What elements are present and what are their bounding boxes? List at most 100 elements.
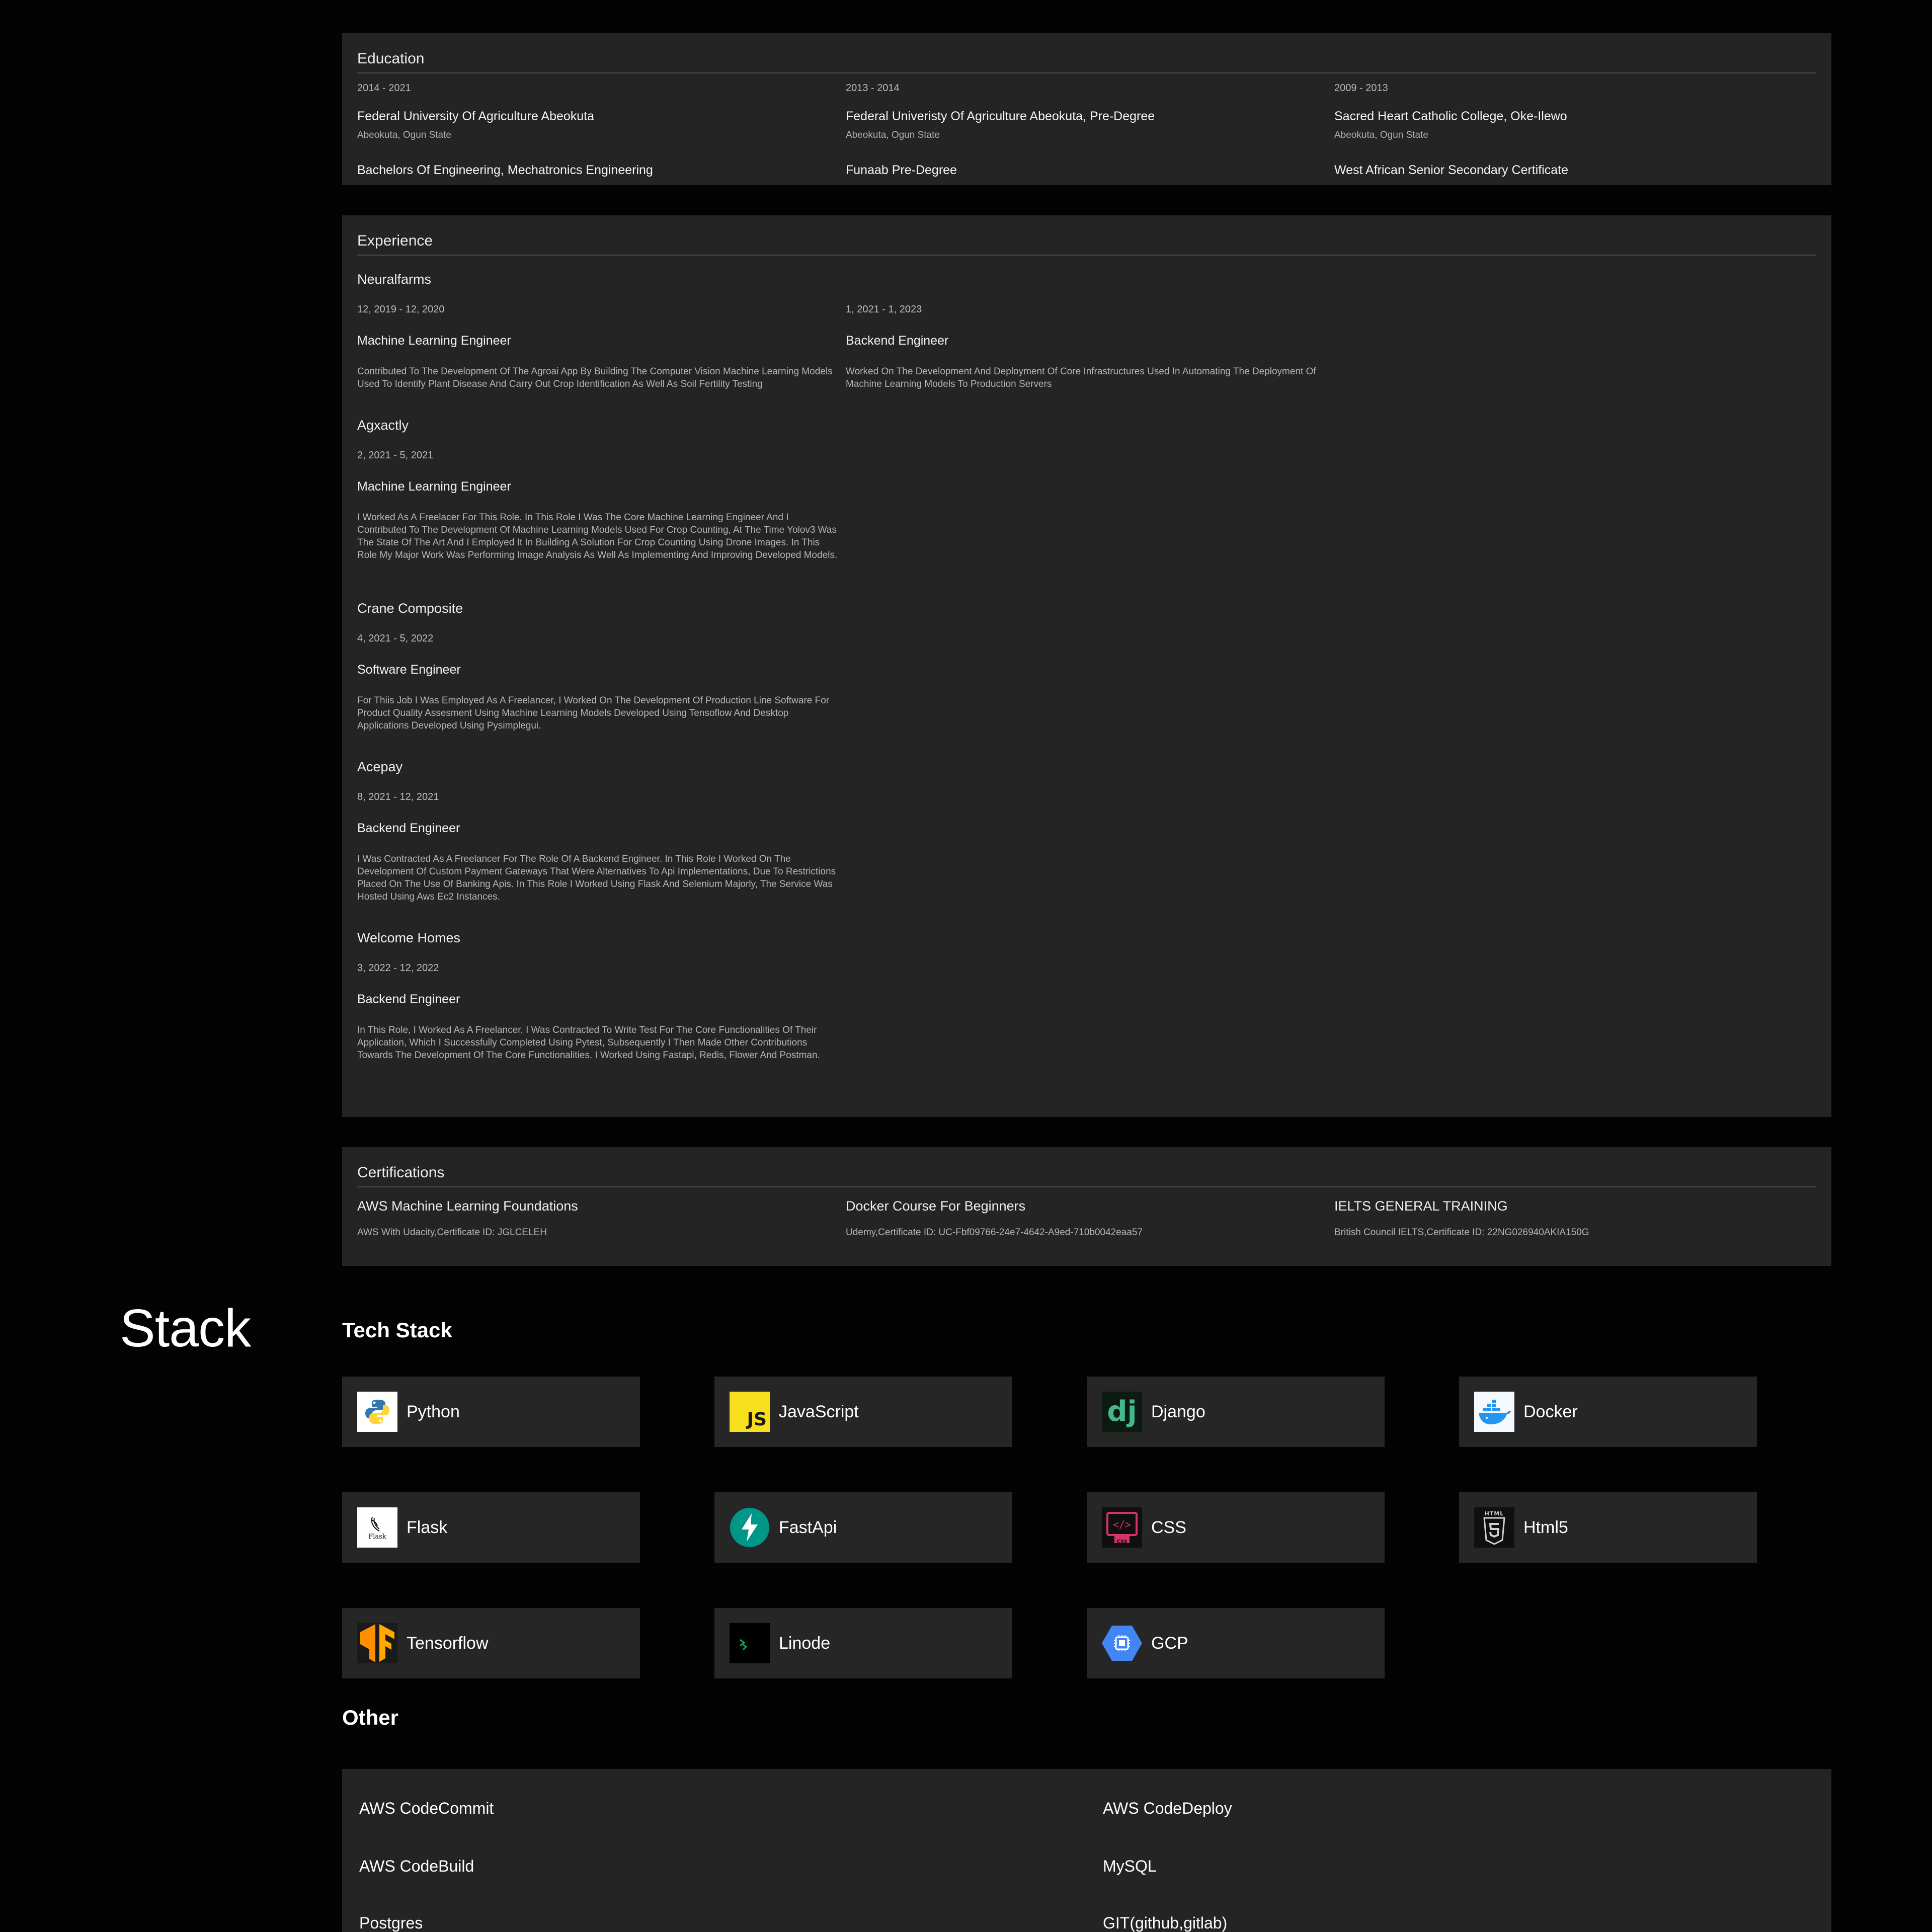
- experience-role: 12, 2019 - 12, 2020 Machine Learning Eng…: [357, 304, 840, 390]
- role-title: Backend Engineer: [357, 821, 460, 835]
- company-name: Neuralfarms: [357, 272, 432, 287]
- certification-name: IELTS GENERAL TRAINING: [1334, 1198, 1508, 1214]
- other-item: AWS CodeCommit: [359, 1799, 494, 1817]
- education-degree: Funaab Pre-Degree: [846, 163, 957, 177]
- tech-label: GCP: [1151, 1633, 1188, 1653]
- education-card: Education 2014 - 2021 Federal University…: [342, 33, 1831, 185]
- tech-label: Python: [407, 1402, 460, 1421]
- tech-stack-heading: Tech Stack: [342, 1318, 452, 1342]
- education-school: Federal University Of Agriculture Abeoku…: [357, 109, 595, 123]
- education-degree: West African Senior Secondary Certificat…: [1334, 163, 1569, 177]
- tech-tile-linode: Linode: [714, 1608, 1012, 1678]
- education-years: 2014 - 2021: [357, 83, 411, 94]
- stack-heading: Stack: [120, 1299, 251, 1358]
- education-school: Federal Univeristy Of Agriculture Abeoku…: [846, 109, 1155, 123]
- tech-tile-javascript: JS JavaScript: [714, 1377, 1012, 1447]
- tech-tile-gcp: GCP: [1087, 1608, 1385, 1678]
- education-item: 2013 - 2014 Federal Univeristy Of Agricu…: [846, 83, 1319, 178]
- role-description: I Was Contracted As A Freelancer For The…: [357, 854, 836, 902]
- education-years: 2013 - 2014: [846, 83, 900, 94]
- javascript-icon: JS: [730, 1392, 770, 1432]
- fastapi-icon: [730, 1507, 770, 1548]
- role-description: Worked On The Development And Deployment…: [846, 366, 1316, 389]
- tech-tile-html5: HTML Html5: [1459, 1492, 1757, 1563]
- role-title: Machine Learning Engineer: [357, 479, 511, 494]
- docker-icon: [1474, 1392, 1514, 1432]
- role-dates: 2, 2021 - 5, 2021: [357, 450, 434, 461]
- experience-role: 8, 2021 - 12, 2021 Backend Engineer I Wa…: [357, 791, 840, 903]
- svg-text:</>: </>: [1113, 1518, 1131, 1531]
- other-item: AWS CodeBuild: [359, 1857, 474, 1875]
- experience-role: 3, 2022 - 12, 2022 Backend Engineer In T…: [357, 962, 840, 1062]
- role-description: I Worked As A Freelacer For This Role. I…: [357, 512, 838, 560]
- certifications-title: Certifications: [357, 1147, 1816, 1187]
- education-degree: Bachelors Of Engineering, Mechatronics E…: [357, 163, 653, 177]
- education-location: Abeokuta, Ogun State: [357, 130, 451, 140]
- certification-issuer: British Council IELTS,Certificate ID: 22…: [1334, 1227, 1589, 1238]
- flask-icon: Flask: [357, 1507, 397, 1548]
- certification-issuer: AWS With Udacity,Certificate ID: JGLCELE…: [357, 1227, 547, 1238]
- tech-tile-docker: Docker: [1459, 1377, 1757, 1447]
- django-icon-glyph: dj: [1107, 1395, 1137, 1428]
- css-icon: </> CSS: [1102, 1507, 1142, 1548]
- role-title: Backend Engineer: [357, 992, 460, 1006]
- tech-tile-tensorflow: Tensorflow: [342, 1608, 640, 1678]
- certifications-card: Certifications AWS Machine Learning Foun…: [342, 1147, 1831, 1266]
- other-item: MySQL: [1103, 1857, 1157, 1875]
- experience-role: 2, 2021 - 5, 2021 Machine Learning Engin…: [357, 450, 840, 561]
- role-description: In This Role, I Worked As A Freelancer, …: [357, 1025, 820, 1061]
- role-description: For Thiis Job I Was Employed As A Freela…: [357, 695, 830, 731]
- django-icon: dj: [1102, 1392, 1142, 1432]
- tech-label: FastApi: [779, 1517, 837, 1537]
- certification-item: Docker Course For Beginners Udemy,Certif…: [846, 1198, 1319, 1238]
- css-icon-glyph: CSS: [1116, 1539, 1128, 1545]
- company-name: Agxactly: [357, 418, 409, 433]
- role-title: Backend Engineer: [846, 334, 949, 348]
- tech-label: Tensorflow: [407, 1633, 489, 1653]
- experience-role: 1, 2021 - 1, 2023 Backend Engineer Worke…: [846, 304, 1329, 390]
- company-name: Acepay: [357, 759, 403, 774]
- education-location: Abeokuta, Ogun State: [846, 130, 940, 140]
- other-item: AWS CodeDeploy: [1103, 1799, 1232, 1817]
- tech-label: Django: [1151, 1402, 1205, 1421]
- role-dates: 12, 2019 - 12, 2020: [357, 304, 445, 315]
- html5-icon-glyph: HTML: [1484, 1510, 1504, 1517]
- education-item: 2009 - 2013 Sacred Heart Catholic Colleg…: [1334, 83, 1807, 178]
- certification-item: AWS Machine Learning Foundations AWS Wit…: [357, 1198, 830, 1238]
- certification-item: IELTS GENERAL TRAINING British Council I…: [1334, 1198, 1807, 1238]
- role-title: Software Engineer: [357, 663, 461, 677]
- html5-icon: HTML: [1474, 1507, 1514, 1548]
- education-location: Abeokuta, Ogun State: [1334, 130, 1428, 140]
- role-dates: 3, 2022 - 12, 2022: [357, 962, 439, 974]
- other-item: GIT(github,gitlab): [1103, 1914, 1228, 1932]
- other-item: Postgres: [359, 1914, 423, 1932]
- certification-name: Docker Course For Beginners: [846, 1198, 1026, 1214]
- tensorflow-icon: [357, 1623, 397, 1663]
- gcp-icon: [1102, 1623, 1142, 1663]
- tech-tile-fastapi: FastApi: [714, 1492, 1012, 1563]
- education-school: Sacred Heart Catholic College, Oke-Ilewo: [1334, 109, 1567, 123]
- linode-icon: [730, 1623, 770, 1663]
- education-years: 2009 - 2013: [1334, 83, 1388, 94]
- tech-tile-django: dj Django: [1087, 1377, 1385, 1447]
- tech-label: Docker: [1523, 1402, 1578, 1421]
- tech-label: Linode: [779, 1633, 831, 1653]
- tech-label: CSS: [1151, 1517, 1186, 1537]
- role-dates: 8, 2021 - 12, 2021: [357, 791, 439, 802]
- tech-label: Html5: [1523, 1517, 1568, 1537]
- other-heading: Other: [342, 1706, 399, 1729]
- tech-label: JavaScript: [779, 1402, 859, 1421]
- tech-tile-python: Python: [342, 1377, 640, 1447]
- experience-title: Experience: [357, 215, 1816, 256]
- role-dates: 1, 2021 - 1, 2023: [846, 304, 922, 315]
- other-tools-card: AWS CodeCommit AWS CodeDeploy AWS CodeBu…: [342, 1769, 1831, 1932]
- company-name: Welcome Homes: [357, 930, 461, 945]
- flask-icon-glyph: Flask: [368, 1533, 386, 1541]
- education-item: 2014 - 2021 Federal University Of Agricu…: [357, 83, 830, 178]
- company-name: Crane Composite: [357, 601, 463, 616]
- role-title: Machine Learning Engineer: [357, 334, 511, 348]
- experience-role: 4, 2021 - 5, 2022 Software Engineer For …: [357, 633, 840, 732]
- tech-tile-css: </> CSS CSS: [1087, 1492, 1385, 1563]
- certification-name: AWS Machine Learning Foundations: [357, 1198, 578, 1214]
- tech-label: Flask: [407, 1517, 448, 1537]
